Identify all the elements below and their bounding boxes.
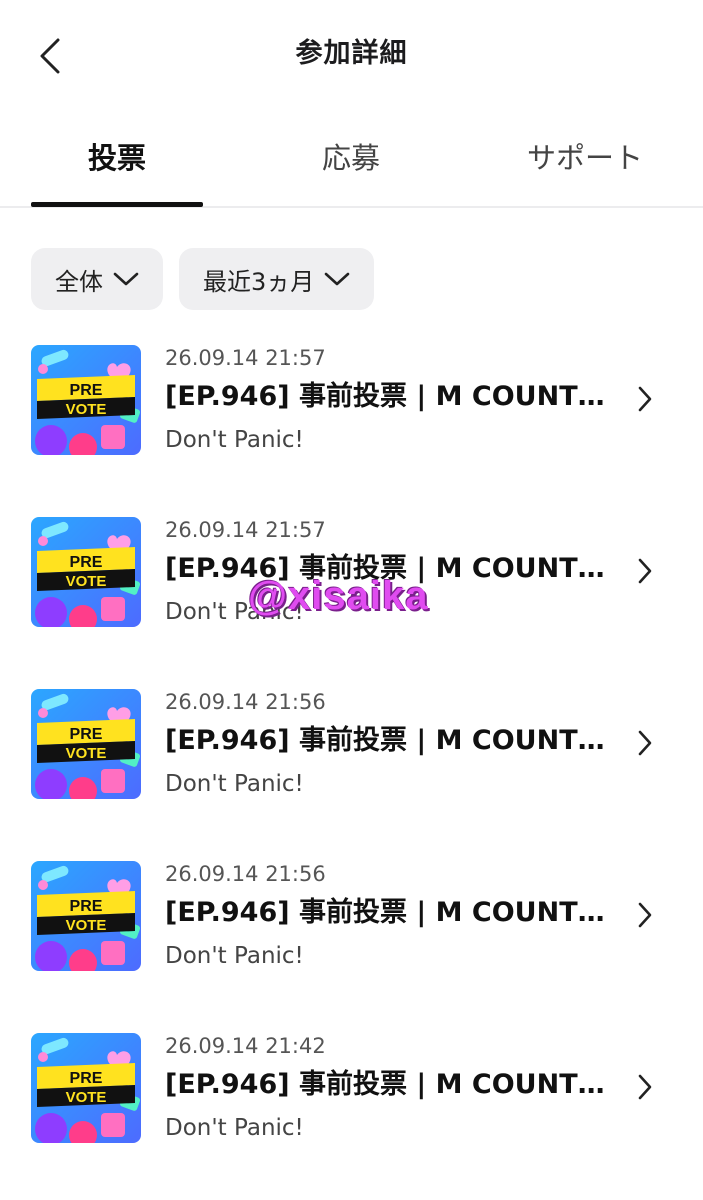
- list-item[interactable]: PRE VOTE 26.09.14 21:56 [EP.946] 事前投票 | …: [0, 861, 703, 981]
- chevron-right-icon: [630, 555, 660, 587]
- svg-text:PRE: PRE: [70, 898, 103, 915]
- svg-text:PRE: PRE: [70, 554, 103, 571]
- chevron-right-icon: [630, 383, 660, 415]
- item-date: 26.09.14 21:57: [165, 518, 326, 542]
- list-item[interactable]: PRE VOTE 26.09.14 21:42 [EP.946] 事前投票 | …: [0, 1033, 703, 1153]
- item-subtitle: Don't Panic!: [165, 943, 304, 969]
- item-title: [EP.946] 事前投票 | M COUNTDOWN: [165, 1069, 605, 1100]
- filter-all-dropdown[interactable]: 全体: [31, 248, 163, 310]
- item-title: [EP.946] 事前投票 | M COUNTDOWN: [165, 725, 605, 756]
- pre-vote-thumbnail: PRE VOTE: [31, 517, 141, 627]
- svg-text:VOTE: VOTE: [66, 917, 107, 934]
- pre-vote-thumbnail: PRE VOTE: [31, 1033, 141, 1143]
- list-item[interactable]: PRE VOTE 26.09.14 21:56 [EP.946] 事前投票 | …: [0, 689, 703, 809]
- svg-text:VOTE: VOTE: [66, 573, 107, 590]
- item-subtitle: Don't Panic!: [165, 1115, 304, 1141]
- chevron-down-icon: [324, 271, 350, 287]
- filter-period-dropdown[interactable]: 最近3ヵ月: [179, 248, 375, 310]
- header: 参加詳細: [0, 0, 703, 110]
- item-date: 26.09.14 21:56: [165, 690, 326, 714]
- pre-vote-thumbnail: PRE VOTE: [31, 689, 141, 799]
- item-date: 26.09.14 21:56: [165, 862, 326, 886]
- svg-text:VOTE: VOTE: [66, 1089, 107, 1106]
- page-title: 参加詳細: [295, 38, 408, 69]
- chevron-down-icon: [113, 271, 139, 287]
- tab-bar: 投票 応募 サポート: [0, 118, 703, 208]
- svg-text:VOTE: VOTE: [66, 745, 107, 762]
- item-subtitle: Don't Panic!: [165, 771, 304, 797]
- chevron-right-icon: [630, 899, 660, 931]
- filter-bar: 全体 最近3ヵ月: [31, 248, 375, 310]
- chevron-right-icon: [630, 1071, 660, 1103]
- pre-vote-thumbnail: PRE VOTE: [31, 345, 141, 455]
- item-title: [EP.946] 事前投票 | M COUNTDOWN: [165, 897, 605, 928]
- filter-period-label: 最近3ヵ月: [203, 267, 315, 296]
- svg-text:VOTE: VOTE: [66, 401, 107, 418]
- watermark-text: @xisaika: [248, 574, 429, 618]
- item-date: 26.09.14 21:57: [165, 346, 326, 370]
- pre-vote-thumbnail: PRE VOTE: [31, 861, 141, 971]
- item-subtitle: Don't Panic!: [165, 427, 304, 453]
- item-title: [EP.946] 事前投票 | M COUNTDOWN: [165, 381, 605, 412]
- filter-all-label: 全体: [55, 267, 103, 296]
- svg-text:PRE: PRE: [70, 726, 103, 743]
- chevron-right-icon: [630, 727, 660, 759]
- item-date: 26.09.14 21:42: [165, 1034, 326, 1058]
- list-item[interactable]: PRE VOTE 26.09.14 21:57 [EP.946] 事前投票 | …: [0, 345, 703, 465]
- svg-text:PRE: PRE: [70, 382, 103, 399]
- tab-apply[interactable]: 応募: [322, 136, 380, 180]
- tab-support[interactable]: サポート: [527, 136, 643, 180]
- active-tab-indicator: [31, 202, 203, 207]
- svg-text:PRE: PRE: [70, 1070, 103, 1087]
- tab-vote[interactable]: 投票: [88, 136, 146, 180]
